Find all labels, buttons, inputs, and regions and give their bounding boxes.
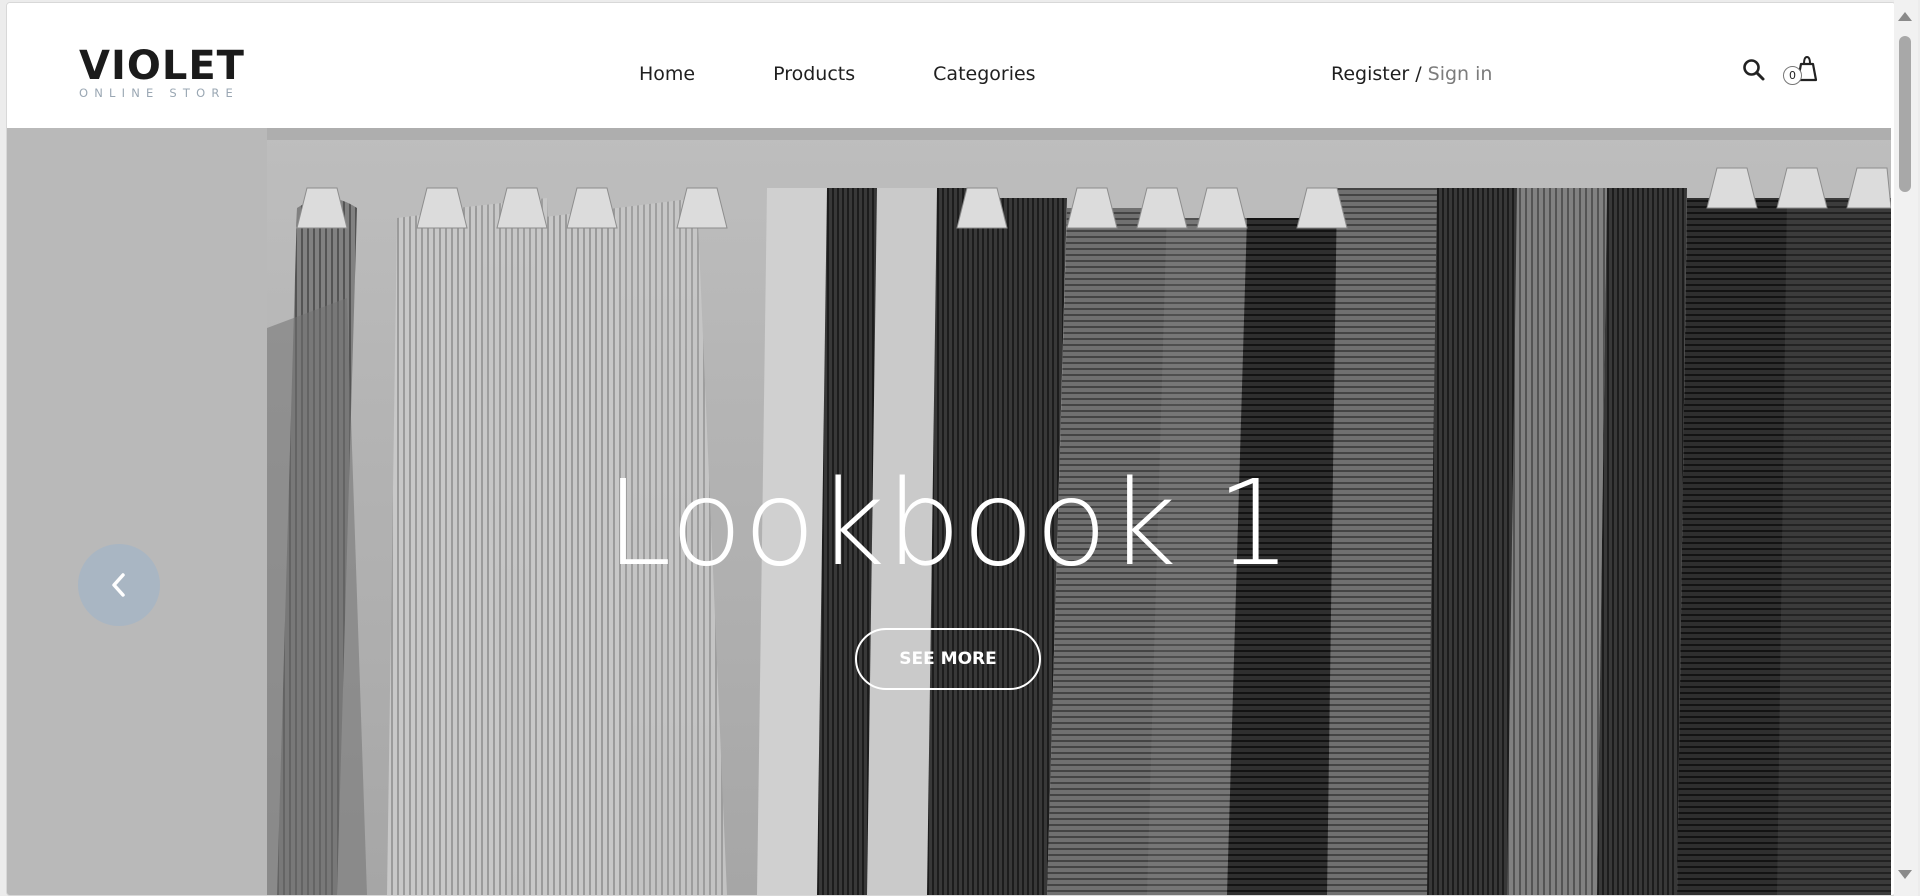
scroll-down-arrow-icon[interactable] [1898,870,1912,879]
site-header: VIOLET ONLINE STORE Home Products Catego… [7,3,1895,128]
slider-prev-button[interactable] [78,544,160,626]
cart-button[interactable]: 0 [1783,53,1821,89]
nav-products[interactable]: Products [773,63,855,85]
logo[interactable]: VIOLET ONLINE STORE [79,45,245,100]
hero-title: Lookbook 1 [605,454,1293,592]
page-scrollbar[interactable] [1894,0,1918,896]
browser-window: VIOLET ONLINE STORE Home Products Catego… [6,2,1896,896]
nav-home[interactable]: Home [639,63,695,85]
nav-categories[interactable]: Categories [933,63,1035,85]
scroll-thumb[interactable] [1899,36,1911,192]
hero-slider: Lookbook 1 SEE MORE [7,128,1891,895]
account-links: Register / Sign in [1331,63,1492,85]
scroll-up-arrow-icon[interactable] [1898,12,1912,21]
search-icon[interactable] [1741,57,1767,83]
signin-link[interactable]: Sign in [1428,63,1493,85]
logo-tagline: ONLINE STORE [79,86,240,100]
logo-name: VIOLET [79,43,245,89]
register-link[interactable]: Register [1331,63,1409,85]
main-nav: Home Products Categories [639,63,1036,85]
see-more-button[interactable]: SEE MORE [855,628,1041,690]
cart-count-badge: 0 [1783,66,1802,85]
account-separator: / [1415,63,1422,85]
chevron-left-icon [112,573,125,597]
